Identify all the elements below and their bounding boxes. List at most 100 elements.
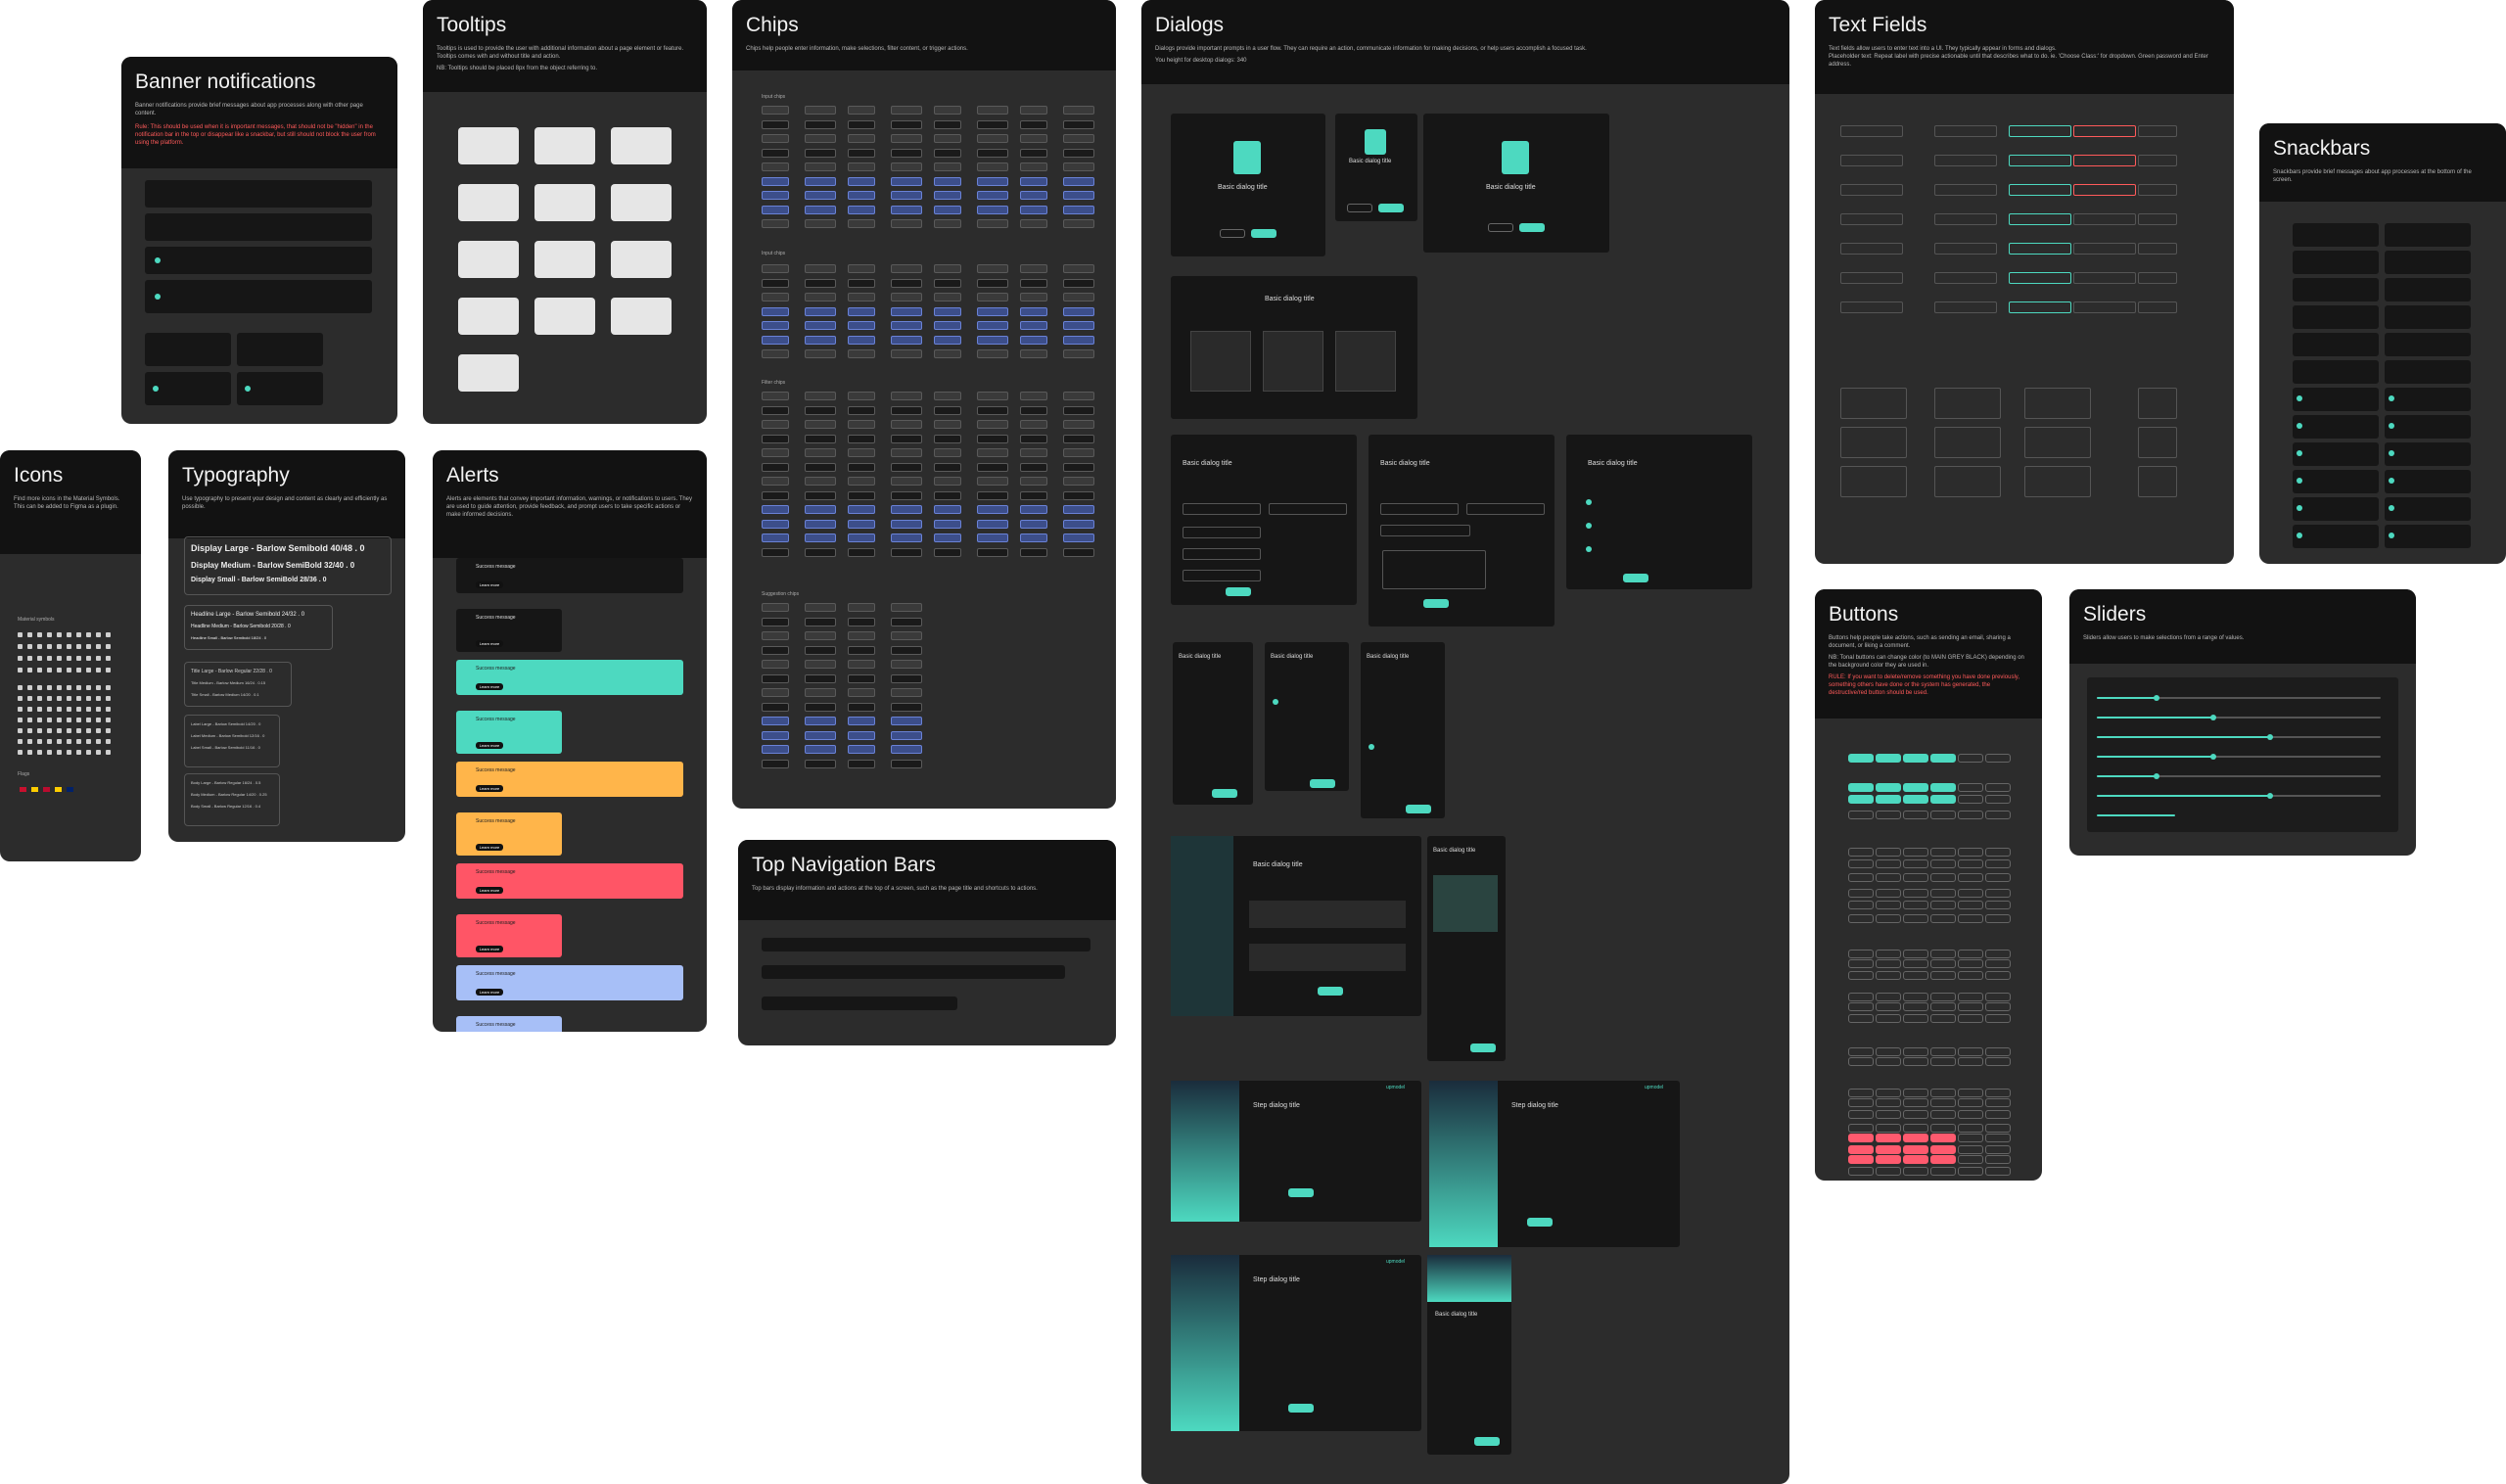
- sample-button[interactable]: [1985, 795, 2011, 804]
- chip[interactable]: [762, 730, 789, 740]
- chip[interactable]: [934, 106, 961, 115]
- sample-button[interactable]: [1876, 901, 1901, 909]
- chip[interactable]: [762, 448, 789, 457]
- chip[interactable]: [848, 702, 875, 712]
- chip[interactable]: [934, 392, 961, 400]
- chip[interactable]: [1020, 106, 1047, 115]
- chip[interactable]: [805, 448, 836, 457]
- sample-button[interactable]: [1930, 1134, 1956, 1142]
- sample-button[interactable]: [1985, 1145, 2011, 1154]
- chip[interactable]: [1020, 278, 1047, 288]
- sample-button[interactable]: [1930, 1167, 1956, 1176]
- chip[interactable]: [762, 106, 789, 115]
- sample-button[interactable]: [1876, 754, 1901, 763]
- sample-button[interactable]: [1876, 950, 1901, 958]
- chip[interactable]: [934, 462, 961, 472]
- sample-button[interactable]: [1876, 811, 1901, 819]
- sample-button[interactable]: [1903, 889, 1928, 898]
- chip[interactable]: [848, 293, 875, 301]
- chip[interactable]: [1020, 191, 1047, 200]
- sample-button[interactable]: [1848, 1155, 1874, 1164]
- chip[interactable]: [1063, 533, 1094, 542]
- chip[interactable]: [1063, 191, 1094, 200]
- chip[interactable]: [1063, 134, 1094, 143]
- sample-button[interactable]: [1903, 1002, 1928, 1011]
- chip[interactable]: [762, 293, 789, 301]
- sample-button[interactable]: [1903, 1057, 1928, 1066]
- chip[interactable]: [805, 176, 836, 186]
- chip[interactable]: [762, 490, 789, 500]
- chip[interactable]: [762, 321, 789, 330]
- sample-button[interactable]: [1958, 1098, 1983, 1107]
- text-field[interactable]: [1840, 213, 1903, 225]
- chip[interactable]: [1020, 448, 1047, 457]
- chip[interactable]: [805, 335, 836, 345]
- chip[interactable]: [1020, 119, 1047, 129]
- textarea-field[interactable]: [1934, 466, 2001, 497]
- text-field[interactable]: [1840, 184, 1903, 196]
- chip[interactable]: [977, 392, 1008, 400]
- chip[interactable]: [934, 119, 961, 129]
- chip[interactable]: [891, 688, 922, 697]
- sample-button[interactable]: [1958, 1014, 1983, 1023]
- chip[interactable]: [1063, 205, 1094, 214]
- text-field[interactable]: [2073, 243, 2136, 255]
- chip[interactable]: [934, 176, 961, 186]
- chip[interactable]: [805, 321, 836, 330]
- sample-button[interactable]: [1958, 1134, 1983, 1142]
- sample-button[interactable]: [1903, 848, 1928, 857]
- text-field[interactable]: [2073, 184, 2136, 196]
- sample-button[interactable]: [1930, 1057, 1956, 1066]
- sample-button[interactable]: [1985, 993, 2011, 1001]
- sample-button[interactable]: [1958, 1047, 1983, 1056]
- sample-button[interactable]: [1930, 993, 1956, 1001]
- chip[interactable]: [977, 505, 1008, 514]
- chip[interactable]: [934, 448, 961, 457]
- chip[interactable]: [891, 660, 922, 669]
- chip[interactable]: [891, 205, 922, 214]
- chip[interactable]: [934, 306, 961, 316]
- sample-button[interactable]: [1903, 811, 1928, 819]
- sample-button[interactable]: [1876, 1098, 1901, 1107]
- sample-button[interactable]: [1903, 1110, 1928, 1119]
- sample-button[interactable]: [1903, 1155, 1928, 1164]
- sample-button[interactable]: [1876, 1014, 1901, 1023]
- sample-button[interactable]: [1958, 950, 1983, 958]
- text-field[interactable]: [2009, 155, 2071, 166]
- chip[interactable]: [1020, 533, 1047, 542]
- chip[interactable]: [891, 745, 922, 754]
- sample-button[interactable]: [1848, 889, 1874, 898]
- slider-handle[interactable]: [2210, 715, 2216, 720]
- learn-more-button[interactable]: Learn more: [476, 683, 503, 690]
- sample-button[interactable]: [1876, 889, 1901, 898]
- chip[interactable]: [1020, 434, 1047, 443]
- text-field[interactable]: [1934, 301, 1997, 313]
- dialog-primary-button[interactable]: [1474, 1437, 1500, 1446]
- chip[interactable]: [934, 533, 961, 542]
- chip[interactable]: [805, 759, 836, 768]
- chip[interactable]: [805, 730, 836, 740]
- chip[interactable]: [891, 293, 922, 301]
- chip[interactable]: [805, 119, 836, 129]
- chip[interactable]: [891, 191, 922, 200]
- chip[interactable]: [977, 106, 1008, 115]
- chip[interactable]: [848, 162, 875, 171]
- text-field[interactable]: [2138, 213, 2177, 225]
- chip[interactable]: [934, 148, 961, 158]
- slider-handle[interactable]: [2154, 773, 2159, 779]
- chip[interactable]: [891, 106, 922, 115]
- chip[interactable]: [891, 264, 922, 273]
- sample-button[interactable]: [1876, 971, 1901, 980]
- chip[interactable]: [1063, 448, 1094, 457]
- sample-button[interactable]: [1958, 783, 1983, 792]
- text-field[interactable]: [2073, 155, 2136, 166]
- sample-button[interactable]: [1985, 1110, 2011, 1119]
- learn-more-button[interactable]: Learn more: [476, 581, 503, 588]
- chip[interactable]: [1020, 349, 1047, 358]
- chip[interactable]: [977, 191, 1008, 200]
- chip[interactable]: [848, 405, 875, 415]
- chip[interactable]: [762, 335, 789, 345]
- chip[interactable]: [762, 745, 789, 754]
- sample-button[interactable]: [1848, 1047, 1874, 1056]
- sample-button[interactable]: [1848, 1098, 1874, 1107]
